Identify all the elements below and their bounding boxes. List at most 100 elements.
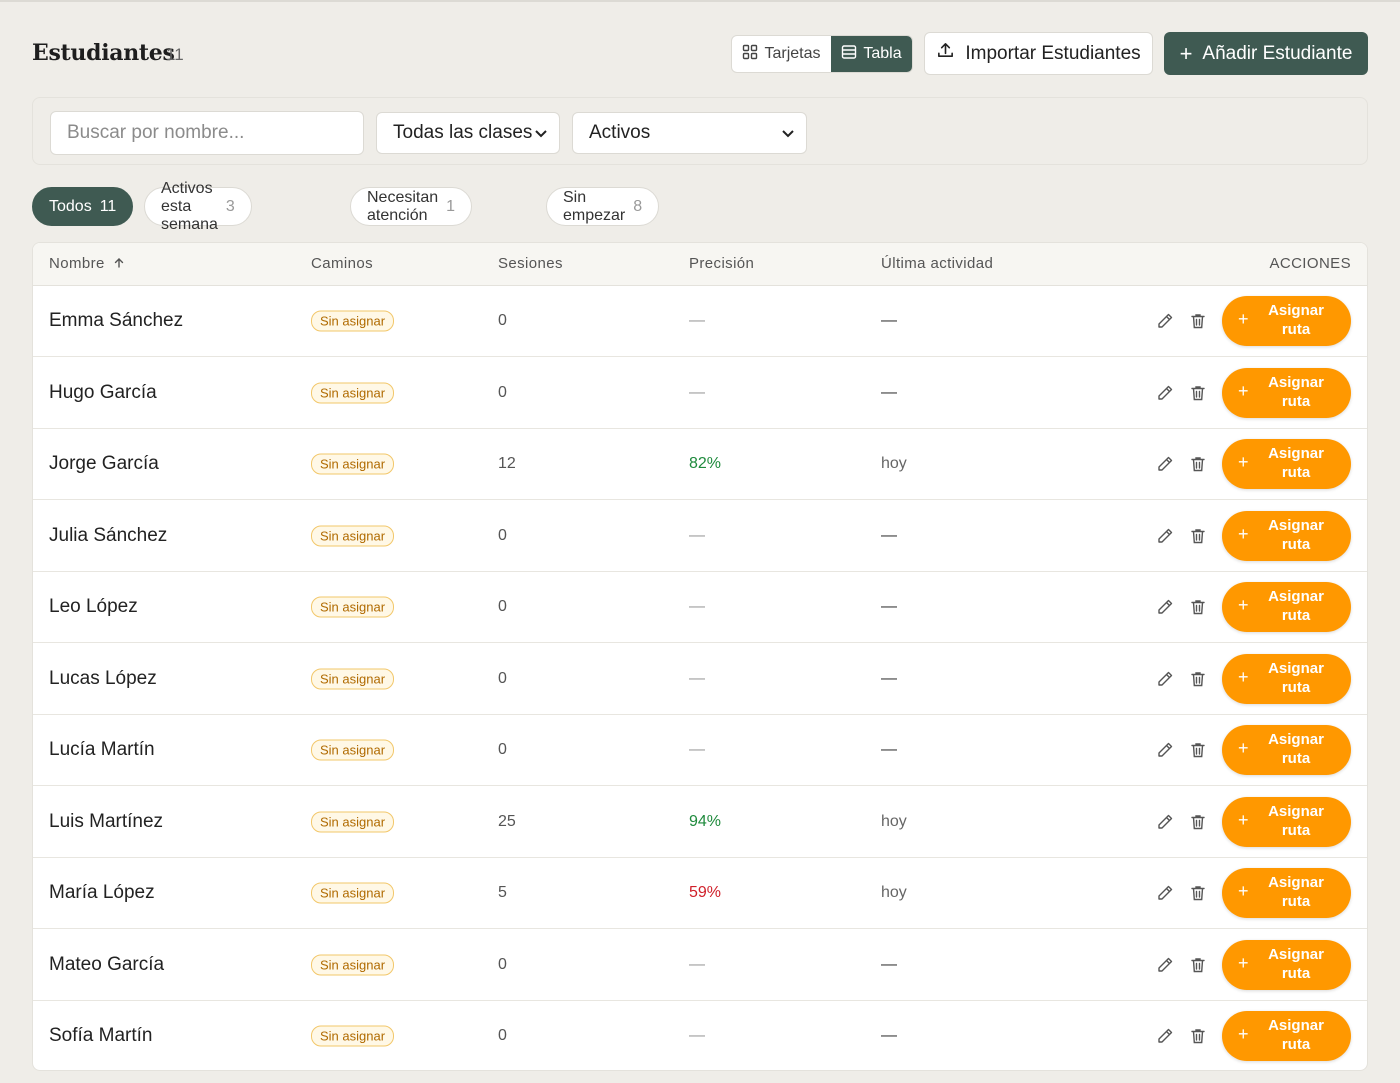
table-header: Nombre Caminos Sesiones Precisión Última…	[33, 243, 1367, 286]
edit-pencil-icon[interactable]	[1156, 741, 1174, 759]
edit-pencil-icon[interactable]	[1156, 670, 1174, 688]
assign-route-label: Asignar ruta	[1268, 731, 1324, 767]
sessions-value: 0	[498, 598, 507, 615]
class-select[interactable]: Todas las clases	[376, 112, 560, 154]
chevron-down-icon	[533, 125, 549, 141]
assign-route-button[interactable]: + Asignar ruta	[1222, 939, 1351, 990]
delete-trash-icon[interactable]	[1189, 813, 1207, 831]
delete-trash-icon[interactable]	[1189, 384, 1207, 402]
plus-icon: +	[1238, 738, 1249, 758]
path-status-badge: Sin asignar	[311, 596, 395, 618]
path-status-badge: Sin asignar	[311, 954, 395, 975]
sessions-value: 5	[498, 884, 507, 901]
assign-route-button[interactable]: + Asignar ruta	[1222, 725, 1351, 775]
table-row: Leo López Sin asignar 0 — — + Asignar ruta	[33, 572, 1367, 643]
plus-icon: +	[1238, 523, 1249, 544]
assign-route-button[interactable]: + Asignar ruta	[1222, 868, 1351, 918]
table-row: Lucas López Sin asignar 0 — — + Asignar ruta	[33, 644, 1367, 715]
student-name[interactable]: Lucas López	[49, 668, 157, 690]
add-student-label: Añadir Estudiante	[1202, 42, 1353, 64]
table-row: Mateo García Sin asignar 0 — — + Asignar ruta	[33, 930, 1367, 1001]
page-title: Estudiantes	[32, 40, 175, 66]
assign-route-label: Asignar ruta	[1268, 302, 1324, 338]
table-row: Emma Sánchez Sin asignar 0 — — + Asignar ruta	[33, 286, 1367, 357]
students-table: Nombre Caminos Sesiones Precisión Última…	[32, 242, 1368, 1071]
student-name[interactable]: María López	[49, 882, 155, 904]
search-input[interactable]	[50, 111, 364, 155]
view-cards-button[interactable]: Tarjetas	[732, 36, 831, 72]
import-students-button[interactable]: Importar Estudiantes	[924, 32, 1153, 75]
plus-icon: +	[1179, 40, 1193, 66]
student-name[interactable]: Luis Martínez	[49, 811, 163, 833]
class-select-value: Todas las clases	[393, 122, 533, 143]
column-precision-header[interactable]: Precisión	[689, 255, 754, 272]
edit-pencil-icon[interactable]	[1156, 312, 1174, 330]
edit-pencil-icon[interactable]	[1156, 598, 1174, 616]
precision-value: —	[689, 312, 705, 329]
assign-route-label: Asignar ruta	[1268, 874, 1324, 910]
column-activity-header[interactable]: Última actividad	[881, 255, 993, 272]
delete-trash-icon[interactable]	[1189, 527, 1207, 545]
assign-route-label: Asignar ruta	[1268, 445, 1324, 481]
column-name-header[interactable]: Nombre	[49, 255, 125, 272]
sessions-value: 0	[498, 741, 507, 758]
student-name[interactable]: Sofía Martín	[49, 1025, 153, 1047]
edit-pencil-icon[interactable]	[1156, 956, 1174, 974]
top-divider	[0, 0, 1400, 2]
edit-pencil-icon[interactable]	[1156, 813, 1174, 831]
delete-trash-icon[interactable]	[1189, 670, 1207, 688]
last-activity-value: —	[881, 669, 897, 687]
sessions-value: 0	[498, 669, 507, 687]
plus-icon: +	[1238, 452, 1249, 472]
assign-route-button[interactable]: + Asignar ruta	[1222, 582, 1351, 632]
delete-trash-icon[interactable]	[1189, 455, 1207, 473]
student-name[interactable]: Emma Sánchez	[49, 310, 183, 332]
assign-route-button[interactable]: + Asignar ruta	[1222, 296, 1351, 346]
assign-route-button[interactable]: + Asignar ruta	[1222, 439, 1351, 489]
status-select[interactable]: Activos	[572, 112, 807, 154]
table-row: María López Sin asignar 5 59% hoy + Asignar ru…	[33, 858, 1367, 929]
grid-icon	[742, 44, 758, 65]
chip-all[interactable]: Todos 11	[32, 187, 134, 226]
student-name[interactable]: Leo López	[49, 596, 138, 618]
chip-active-this-week[interactable]: Activos esta semana 3	[144, 180, 252, 233]
precision-value: —	[689, 955, 705, 973]
edit-pencil-icon[interactable]	[1156, 455, 1174, 473]
assign-route-button[interactable]: + Asignar ruta	[1222, 367, 1351, 418]
last-activity-value: —	[881, 383, 897, 401]
student-name[interactable]: Julia Sánchez	[49, 525, 167, 547]
delete-trash-icon[interactable]	[1189, 598, 1207, 616]
column-actions-header: ACCIONES	[1269, 255, 1351, 272]
delete-trash-icon[interactable]	[1189, 884, 1207, 902]
table-row: Hugo García Sin asignar 0 — — + Asignar ruta	[33, 358, 1367, 429]
view-table-button[interactable]: Tabla	[831, 36, 912, 72]
column-sessions-header[interactable]: Sesiones	[498, 255, 563, 272]
last-activity-value: hoy	[881, 812, 907, 830]
assign-route-button[interactable]: + Asignar ruta	[1222, 510, 1351, 561]
student-name[interactable]: Mateo García	[49, 954, 164, 976]
assign-route-button[interactable]: + Asignar ruta	[1222, 796, 1351, 847]
edit-pencil-icon[interactable]	[1156, 527, 1174, 545]
edit-pencil-icon[interactable]	[1156, 884, 1174, 902]
delete-trash-icon[interactable]	[1189, 741, 1207, 759]
assign-route-label: Asignar ruta	[1268, 516, 1324, 553]
student-name[interactable]: Jorge García	[49, 453, 159, 475]
chip-not-started[interactable]: Sin empezar 8	[546, 187, 660, 226]
assign-route-button[interactable]: + Asignar ruta	[1222, 653, 1351, 704]
delete-trash-icon[interactable]	[1189, 956, 1207, 974]
sessions-value: 12	[498, 455, 516, 472]
precision-value: 94%	[689, 812, 722, 830]
chip-need-attention[interactable]: Necesitan atención 1	[350, 187, 473, 226]
column-paths-header[interactable]: Caminos	[311, 255, 373, 272]
edit-pencil-icon[interactable]	[1156, 384, 1174, 402]
student-name[interactable]: Hugo García	[49, 382, 157, 404]
assign-route-label: Asignar ruta	[1268, 659, 1324, 696]
student-name[interactable]: Lucía Martín	[49, 739, 155, 761]
edit-pencil-icon[interactable]	[1156, 1027, 1174, 1045]
sessions-value: 0	[498, 526, 507, 544]
assign-route-label: Asignar ruta	[1268, 945, 1324, 982]
delete-trash-icon[interactable]	[1189, 1027, 1207, 1045]
delete-trash-icon[interactable]	[1189, 312, 1207, 330]
add-student-button[interactable]: + Añadir Estudiante	[1164, 32, 1368, 75]
assign-route-button[interactable]: + Asignar ruta	[1222, 1011, 1351, 1061]
